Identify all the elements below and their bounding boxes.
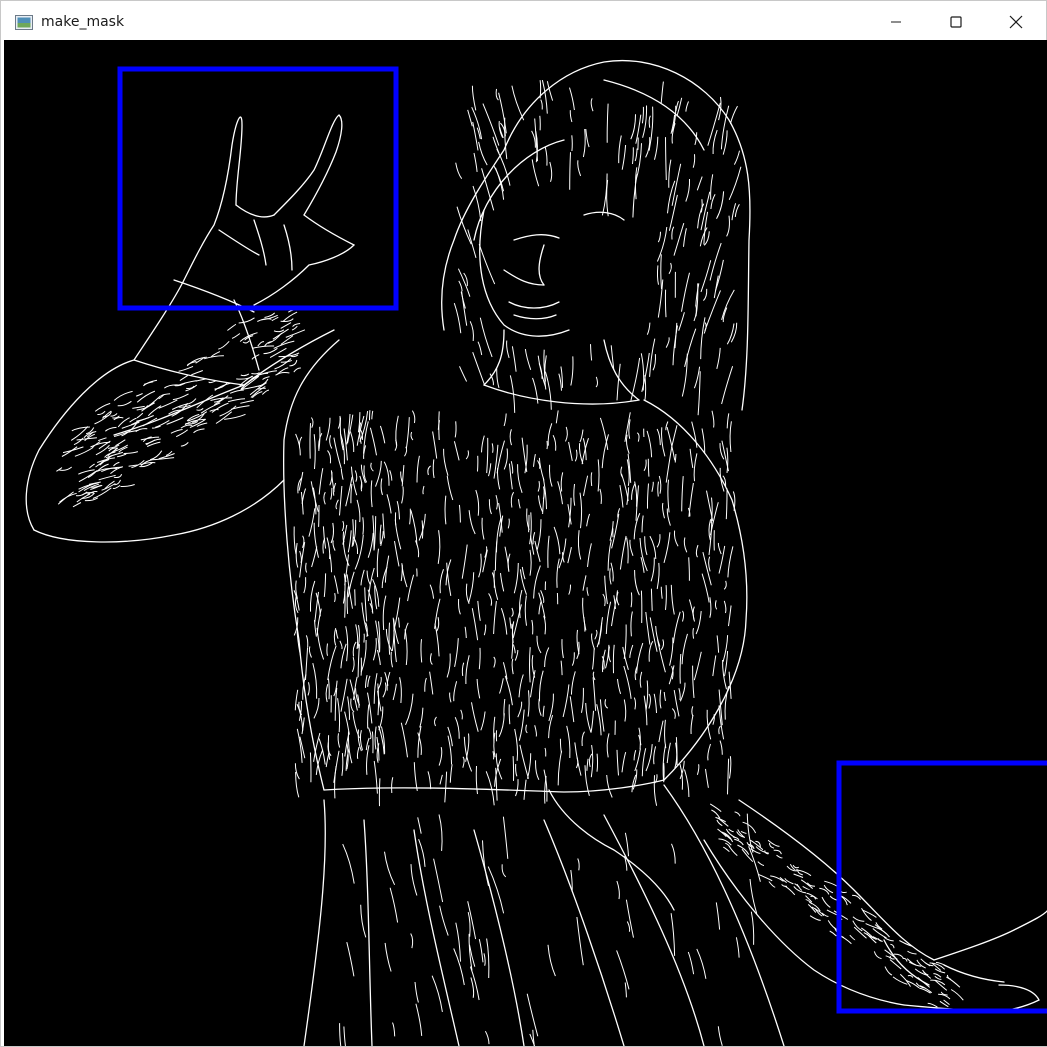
maximize-button[interactable] — [926, 4, 986, 40]
edge-detection-image — [25, 59, 1047, 1046]
image-canvas — [4, 40, 1047, 1046]
app-window: make_mask — [0, 0, 1047, 1047]
close-button[interactable] — [986, 4, 1046, 40]
title-bar[interactable]: make_mask — [4, 4, 1046, 40]
window-title: make_mask — [41, 14, 125, 30]
detection-box-left-hand — [117, 66, 399, 311]
maximize-icon — [950, 16, 962, 28]
close-icon — [1009, 15, 1023, 29]
minimize-button[interactable] — [866, 4, 926, 40]
minimize-icon — [891, 21, 901, 23]
detection-box-right-hand — [836, 760, 1047, 1014]
app-icon — [15, 14, 33, 30]
